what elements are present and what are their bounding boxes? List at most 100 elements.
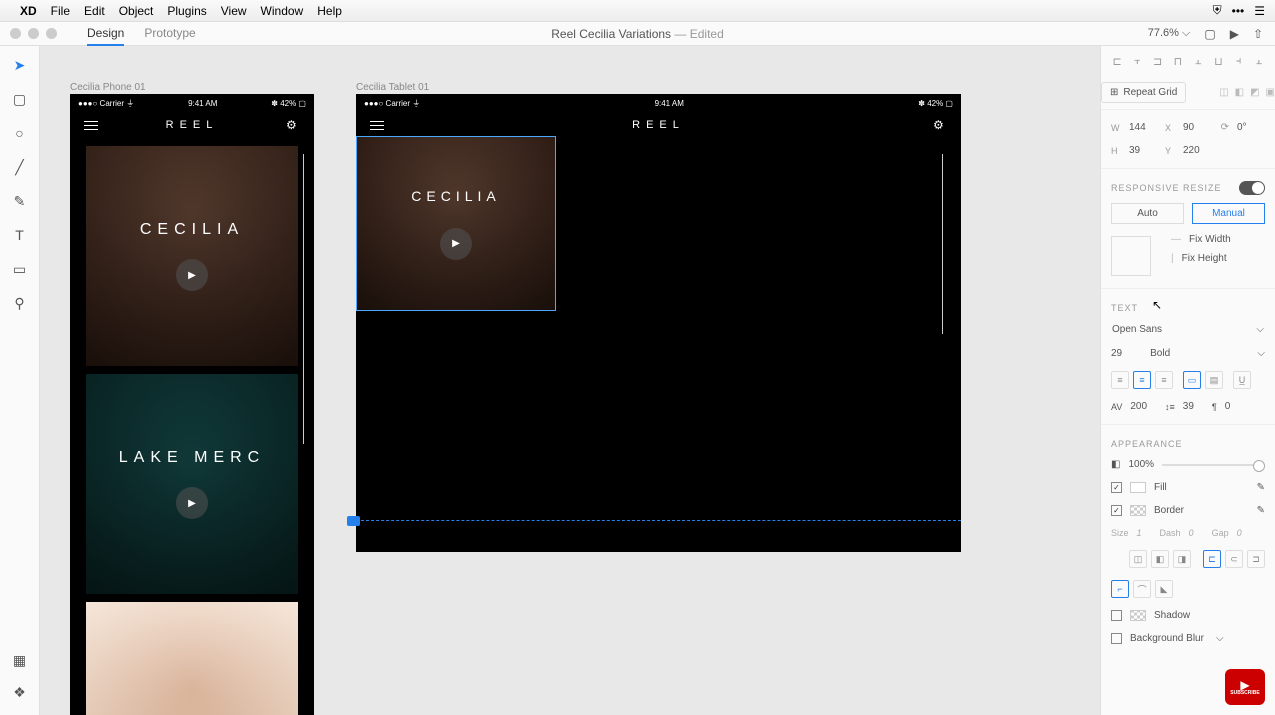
leading-input[interactable]: 39: [1183, 401, 1194, 412]
y-input[interactable]: 220: [1183, 145, 1211, 156]
fix-height-label[interactable]: Fix Height: [1182, 253, 1227, 264]
join-round-icon[interactable]: ⌒: [1133, 580, 1151, 598]
border-checkbox[interactable]: [1111, 505, 1122, 516]
auto-button[interactable]: Auto: [1111, 203, 1184, 224]
play-icon: ▶: [176, 487, 208, 519]
font-weight-select[interactable]: Bold: [1150, 348, 1170, 359]
boolean-exclude-icon[interactable]: ▣: [1266, 87, 1275, 98]
tracking-input[interactable]: 200: [1130, 401, 1147, 412]
artboard-label-tablet[interactable]: Cecilia Tablet 01: [356, 82, 429, 93]
menu-edit[interactable]: Edit: [84, 4, 105, 18]
resize-diagram[interactable]: [1111, 236, 1151, 276]
boolean-intersect-icon[interactable]: ◩: [1250, 87, 1259, 98]
align-left-icon[interactable]: ⊏: [1111, 54, 1123, 68]
zoom-tool[interactable]: ⚲: [11, 294, 29, 312]
shadow-swatch[interactable]: [1130, 610, 1146, 621]
menu-file[interactable]: File: [51, 4, 70, 18]
stroke-outer-icon[interactable]: ◨: [1173, 550, 1191, 568]
resize-handle[interactable]: [347, 516, 360, 526]
align-center-text[interactable]: ≡: [1133, 371, 1151, 389]
repeat-grid-button[interactable]: ⊞ Repeat Grid: [1101, 82, 1186, 103]
join-miter-icon[interactable]: ⌐: [1111, 580, 1129, 598]
canvas[interactable]: Cecilia Phone 01 ●●●○ Carrier ⏚ 9:41 AM …: [40, 46, 1100, 715]
area-text-icon[interactable]: ▤: [1205, 371, 1223, 389]
cap-butt-icon[interactable]: ⊏: [1203, 550, 1221, 568]
paragraph-input[interactable]: 0: [1225, 401, 1231, 412]
app-name[interactable]: XD: [20, 4, 37, 18]
align-middle-icon[interactable]: ⫠: [1192, 54, 1204, 68]
fill-swatch[interactable]: [1130, 482, 1146, 493]
border-size-input[interactable]: 1: [1137, 528, 1142, 538]
text-tool[interactable]: T: [11, 226, 29, 244]
menu-window[interactable]: Window: [261, 4, 304, 18]
align-right-text[interactable]: ≡: [1155, 371, 1173, 389]
stroke-center-icon[interactable]: ◧: [1151, 550, 1169, 568]
selected-card[interactable]: CECILIA ▶: [356, 136, 556, 311]
align-left-text[interactable]: ≡: [1111, 371, 1129, 389]
menubar-more-icon[interactable]: •••: [1232, 4, 1245, 18]
border-swatch[interactable]: [1130, 505, 1146, 516]
point-text-icon[interactable]: ▭: [1183, 371, 1201, 389]
boolean-add-icon[interactable]: ◫: [1219, 87, 1228, 98]
tab-design[interactable]: Design: [87, 22, 124, 46]
line-tool[interactable]: ╱: [11, 158, 29, 176]
eyedropper-icon[interactable]: ✎: [1257, 505, 1265, 516]
distribute-h-icon[interactable]: ⫞: [1233, 54, 1245, 68]
zoom-level[interactable]: 77.6% ⌵: [1148, 27, 1191, 40]
menu-object[interactable]: Object: [119, 4, 154, 18]
artboard-phone[interactable]: ●●●○ Carrier ⏚ 9:41 AM ✽ 42% ▢ REEL ⚙ CE…: [70, 94, 314, 715]
x-input[interactable]: 90: [1183, 122, 1211, 133]
width-input[interactable]: 144: [1129, 122, 1157, 133]
select-tool[interactable]: ➤: [11, 56, 29, 74]
traffic-lights[interactable]: [10, 28, 57, 39]
distribute-v-icon[interactable]: ⫠: [1253, 54, 1265, 68]
menubar-shield-icon[interactable]: ⛨: [1213, 3, 1222, 18]
font-family-select[interactable]: Open Sans⌵: [1101, 317, 1275, 342]
align-top-icon[interactable]: ⊓: [1172, 54, 1184, 68]
ellipse-tool[interactable]: ○: [11, 124, 29, 142]
align-right-icon[interactable]: ⊐: [1152, 54, 1164, 68]
border-label: Border: [1154, 505, 1184, 516]
youtube-subscribe-badge[interactable]: ▶ SUBSCRIBE: [1225, 669, 1265, 705]
font-size-input[interactable]: 29: [1111, 348, 1122, 359]
border-dash-input[interactable]: 0: [1189, 528, 1194, 538]
artboard-tool[interactable]: ▭: [11, 260, 29, 278]
card-title: CECILIA: [140, 221, 244, 239]
cap-square-icon[interactable]: ⊐: [1247, 550, 1265, 568]
align-bottom-icon[interactable]: ⊔: [1212, 54, 1224, 68]
boolean-subtract-icon[interactable]: ◧: [1235, 87, 1244, 98]
blur-checkbox[interactable]: [1111, 633, 1122, 644]
height-input[interactable]: 39: [1129, 145, 1157, 156]
rotation-input[interactable]: 0°: [1237, 122, 1265, 133]
device-preview-icon[interactable]: ▢: [1204, 27, 1215, 41]
opacity-value[interactable]: 100%: [1128, 459, 1154, 470]
pen-tool[interactable]: ✎: [11, 192, 29, 210]
assets-icon[interactable]: ▦: [11, 651, 29, 669]
manual-button[interactable]: Manual: [1192, 203, 1265, 224]
tab-prototype[interactable]: Prototype: [144, 22, 195, 46]
artboard-label-phone[interactable]: Cecilia Phone 01: [70, 82, 146, 93]
stroke-inner-icon[interactable]: ◫: [1129, 550, 1147, 568]
play-preview-icon[interactable]: ▶: [1230, 27, 1239, 41]
shadow-checkbox[interactable]: [1111, 610, 1122, 621]
layers-icon[interactable]: ❖: [11, 683, 29, 701]
share-icon[interactable]: ⇧: [1253, 27, 1263, 41]
eyedropper-icon[interactable]: ✎: [1257, 482, 1265, 493]
cap-round-icon[interactable]: ⊂: [1225, 550, 1243, 568]
rotate-icon[interactable]: ⟳: [1221, 122, 1229, 133]
underline-icon[interactable]: U̲: [1233, 371, 1251, 389]
menubar-list-icon[interactable]: ☰: [1254, 4, 1265, 18]
artboard-tablet[interactable]: ●●●○ Carrier ⏚ 9:41 AM ✽ 42% ▢ REEL ⚙ CE…: [356, 94, 961, 552]
menu-plugins[interactable]: Plugins: [167, 4, 206, 18]
menu-help[interactable]: Help: [317, 4, 342, 18]
opacity-slider[interactable]: [1162, 464, 1265, 466]
mode-tabs: Design Prototype: [87, 22, 196, 46]
responsive-toggle[interactable]: [1239, 181, 1265, 195]
border-gap-input[interactable]: 0: [1237, 528, 1242, 538]
menu-view[interactable]: View: [221, 4, 247, 18]
align-center-h-icon[interactable]: ⫟: [1131, 54, 1143, 68]
rectangle-tool[interactable]: ▢: [11, 90, 29, 108]
fill-checkbox[interactable]: [1111, 482, 1122, 493]
join-bevel-icon[interactable]: ◣: [1155, 580, 1173, 598]
fix-width-label[interactable]: Fix Width: [1189, 234, 1231, 245]
